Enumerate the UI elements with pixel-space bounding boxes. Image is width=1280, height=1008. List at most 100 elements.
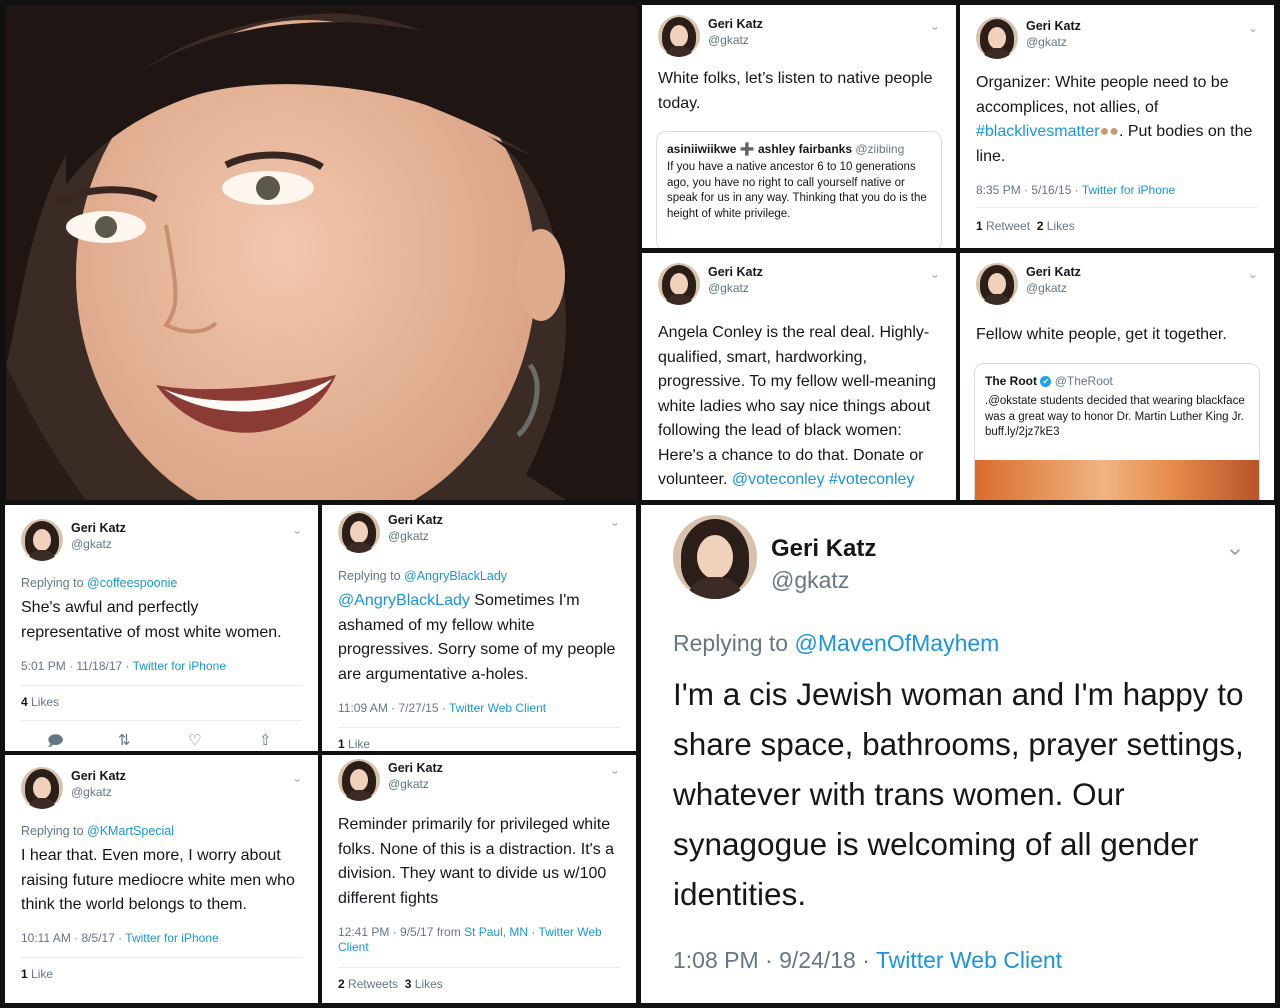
- author-name[interactable]: Geri Katz: [708, 17, 763, 31]
- author-name[interactable]: Geri Katz: [708, 265, 763, 279]
- author-handle[interactable]: @gkatz: [1026, 281, 1067, 295]
- quoted-tweet[interactable]: The Root ✔ @TheRoot .@okstate students d…: [974, 363, 1260, 500]
- tweet-card-angryblacklady[interactable]: Geri Katz @gkatz ⌄ Replying to @AngryBla…: [322, 505, 636, 751]
- author-handle[interactable]: @gkatz: [388, 529, 429, 543]
- tweet-header: Geri Katz @gkatz ⌄: [658, 15, 940, 59]
- author-handle[interactable]: @gkatz: [1026, 35, 1067, 49]
- likes-count[interactable]: 4 Likes: [21, 695, 59, 709]
- tweet-card-reminder[interactable]: Geri Katz @gkatz ⌄ Reminder primarily fo…: [322, 755, 636, 1003]
- avatar[interactable]: [338, 759, 380, 801]
- tweet-text: I'm a cis Jewish woman and I'm happy to …: [673, 676, 1244, 912]
- engagement-stats[interactable]: 2 Retweets 3 Likes: [338, 977, 443, 991]
- tweet-text: Angela Conley is the real deal. Highly-q…: [658, 324, 937, 488]
- client-link[interactable]: Twitter for iPhone: [1082, 183, 1175, 197]
- mention-link[interactable]: @AngryBlackLady: [338, 592, 470, 609]
- avatar[interactable]: [673, 515, 757, 599]
- author-name[interactable]: Geri Katz: [388, 761, 443, 775]
- replying-to: Replying to @coffeespoonie: [21, 576, 178, 590]
- quoted-author: asiniiwiikwe ➕ ashley fairbanks @ziibiin…: [667, 142, 905, 156]
- tweet-meta: 8:35 PM · 5/16/15 · Twitter for iPhone: [976, 183, 1176, 197]
- author-handle[interactable]: @gkatz: [71, 537, 112, 551]
- chevron-down-icon[interactable]: ⌄: [292, 523, 302, 537]
- chevron-down-icon[interactable]: ⌄: [292, 771, 302, 785]
- client-link[interactable]: Twitter Web Client: [449, 701, 546, 715]
- tweet-header: Geri Katz @gkatz ⌄: [976, 17, 1258, 61]
- tweet-header: Geri Katz @gkatz ⌄: [658, 263, 940, 307]
- client-link[interactable]: Twitter for iPhone: [125, 931, 218, 945]
- author-name[interactable]: Geri Katz: [71, 521, 126, 535]
- tweet-text: @AngryBlackLady Sometimes I'm ashamed of…: [338, 592, 616, 683]
- heart-icon[interactable]: ♡: [188, 731, 201, 749]
- chevron-down-icon[interactable]: ⌄: [1248, 267, 1258, 281]
- chevron-down-icon[interactable]: ⌄: [610, 763, 620, 777]
- mention-link[interactable]: @voteconley: [732, 471, 825, 488]
- author-name[interactable]: Geri Katz: [771, 535, 876, 563]
- tweet-meta: 1:08 PM · 9/24/18 · Twitter Web Client: [673, 947, 1063, 973]
- divider: [338, 967, 620, 968]
- avatar[interactable]: [21, 767, 63, 809]
- divider: [21, 720, 302, 721]
- quoted-text: If you have a native ancestor 6 to 10 ge…: [667, 161, 927, 220]
- likes-count[interactable]: 1 Like: [21, 967, 53, 981]
- retweet-icon[interactable]: ⇅: [118, 731, 131, 749]
- tweet-card-coffeespoonie[interactable]: Geri Katz @gkatz ⌄ Replying to @coffeesp…: [5, 505, 318, 751]
- replying-to-link[interactable]: @coffeespoonie: [87, 576, 177, 590]
- tweet-card-kmartspecial[interactable]: Geri Katz @gkatz ⌄ Replying to @KMartSpe…: [5, 755, 318, 1003]
- author-handle[interactable]: @gkatz: [388, 777, 429, 791]
- author-handle[interactable]: @gkatz: [771, 567, 849, 594]
- avatar[interactable]: [976, 263, 1018, 305]
- chevron-down-icon[interactable]: ⌄: [930, 19, 940, 33]
- tweet-header: Geri Katz @gkatz ⌄: [338, 511, 620, 555]
- author-name[interactable]: Geri Katz: [1026, 19, 1081, 33]
- tweet-card-get-it-together[interactable]: Geri Katz @gkatz ⌄ Fellow white people, …: [960, 253, 1274, 500]
- client-link[interactable]: Twitter Web Client: [876, 947, 1062, 973]
- chevron-down-icon[interactable]: ⌄: [1225, 533, 1245, 562]
- replying-to: Replying to @KMartSpecial: [21, 824, 175, 838]
- chevron-down-icon[interactable]: ⌄: [610, 515, 620, 529]
- author-name[interactable]: Geri Katz: [1026, 265, 1081, 279]
- author-name[interactable]: Geri Katz: [71, 769, 126, 783]
- hashtag-link[interactable]: #voteconley: [829, 471, 914, 488]
- tweet-card-mavenofmayhem[interactable]: Geri Katz @gkatz ⌄ Replying to @MavenOfM…: [641, 505, 1275, 1003]
- tweet-header: Geri Katz @gkatz ⌄: [21, 519, 302, 563]
- author-name[interactable]: Geri Katz: [388, 513, 443, 527]
- replying-to-link[interactable]: @AngryBlackLady: [404, 569, 507, 583]
- tweet-card-native-people[interactable]: Geri Katz @gkatz ⌄ White folks, let’s li…: [642, 5, 956, 248]
- profile-photo: [6, 5, 638, 500]
- divider: [21, 685, 302, 686]
- client-link[interactable]: Twitter for iPhone: [133, 659, 226, 673]
- chevron-down-icon[interactable]: ⌄: [1248, 21, 1258, 35]
- avatar[interactable]: [658, 263, 700, 305]
- tweet-card-accomplices[interactable]: Geri Katz @gkatz ⌄ Organizer: White peop…: [960, 5, 1274, 248]
- author-handle[interactable]: @gkatz: [708, 281, 749, 295]
- quoted-tweet[interactable]: asiniiwiikwe ➕ ashley fairbanks @ziibiin…: [656, 131, 942, 248]
- quoted-author: The Root ✔ @TheRoot: [985, 374, 1113, 388]
- quoted-media-image[interactable]: [975, 460, 1259, 500]
- avatar[interactable]: [658, 15, 700, 57]
- divider: [21, 957, 302, 958]
- replying-to-link[interactable]: @MavenOfMayhem: [794, 630, 999, 656]
- tweet-meta: 11:09 AM · 7/27/15 · Twitter Web Client: [338, 701, 547, 715]
- likes-count[interactable]: 1 Like: [338, 737, 370, 751]
- tweet-text: I hear that. Even more, I worry about ra…: [21, 847, 295, 913]
- tweet-text: Organizer: White people need to be accom…: [976, 74, 1253, 165]
- replying-to-link[interactable]: @KMartSpecial: [87, 824, 174, 838]
- avatar[interactable]: [338, 511, 380, 553]
- share-icon[interactable]: ⇧: [259, 731, 272, 749]
- tweet-text: Fellow white people, get it together.: [976, 326, 1227, 343]
- avatar[interactable]: [21, 519, 63, 561]
- avatar[interactable]: [976, 17, 1018, 59]
- reply-icon[interactable]: 🗩: [47, 731, 64, 751]
- chevron-down-icon[interactable]: ⌄: [930, 267, 940, 281]
- tweet-text: Reminder primarily for privileged white …: [338, 816, 615, 907]
- hashtag-link[interactable]: #blacklivesmatter: [976, 123, 1100, 140]
- divider: [338, 727, 620, 728]
- tweet-meta: 12:41 PM · 9/5/17 from St Paul, MN · Twi…: [338, 925, 602, 954]
- portrait-image: [6, 5, 638, 500]
- author-handle[interactable]: @gkatz: [71, 785, 112, 799]
- author-handle[interactable]: @gkatz: [708, 33, 749, 47]
- engagement-stats[interactable]: 1 Retweet 2 Likes: [976, 219, 1075, 233]
- tweet-card-angela-conley[interactable]: Geri Katz @gkatz ⌄ Angela Conley is the …: [642, 253, 956, 500]
- place-link[interactable]: St Paul, MN: [464, 925, 528, 939]
- tweet-actions: 🗩 ⇅ ♡ ⇧: [41, 731, 282, 751]
